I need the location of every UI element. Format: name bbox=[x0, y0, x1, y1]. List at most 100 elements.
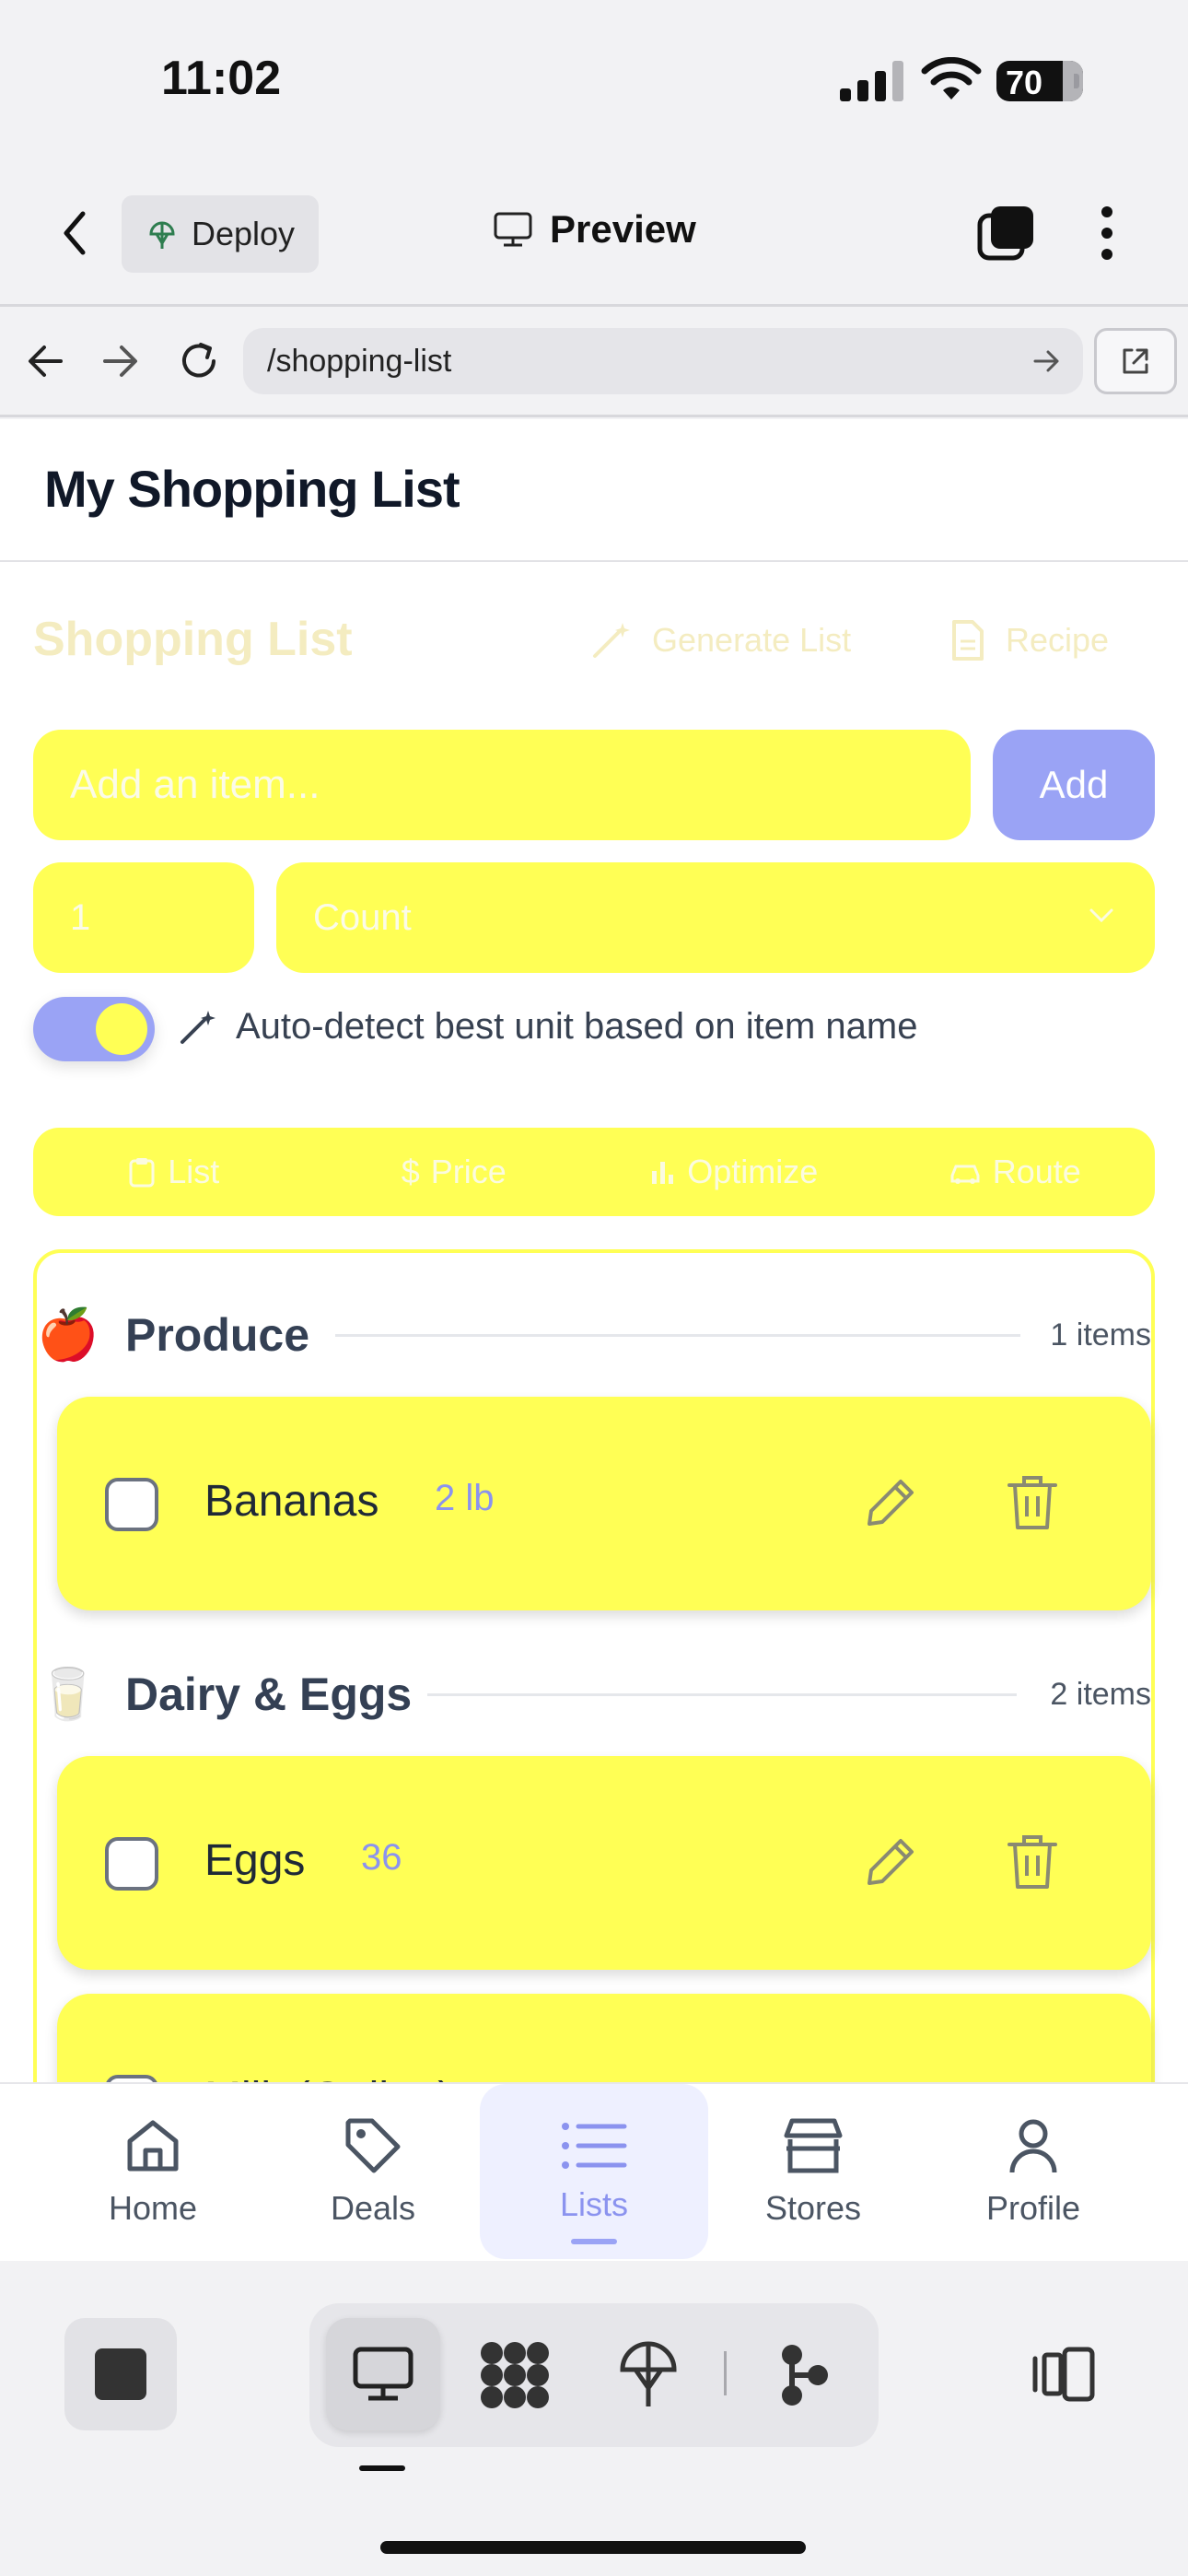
edit-icon[interactable] bbox=[858, 1830, 923, 1894]
category-header: 🥛 Dairy & Eggs 2 items bbox=[37, 1662, 1151, 1727]
open-external-button[interactable] bbox=[1094, 328, 1177, 394]
store-icon bbox=[784, 2118, 843, 2173]
wifi-icon bbox=[921, 57, 982, 100]
tab-route[interactable]: Route bbox=[875, 1128, 1156, 1216]
auto-detect-row: Auto-detect best unit based on item name bbox=[177, 1006, 917, 1048]
add-button[interactable]: Add bbox=[993, 730, 1155, 840]
nav-profile-label: Profile bbox=[985, 2189, 1081, 2227]
signal-icon bbox=[840, 61, 903, 101]
car-icon bbox=[950, 1165, 980, 1184]
active-tab-indicator bbox=[571, 2239, 617, 2244]
magic-wand-icon bbox=[593, 623, 630, 658]
tab-optimize-label: Optimize bbox=[687, 1153, 819, 1190]
item-checkbox[interactable] bbox=[105, 1478, 158, 1531]
tab-route-label: Route bbox=[992, 1153, 1081, 1190]
status-time: 11:02 bbox=[161, 52, 282, 105]
category-header: 🍎 Produce 1 items bbox=[37, 1303, 1151, 1367]
preview-label: Preview bbox=[550, 207, 696, 251]
clipboard-icon bbox=[129, 1158, 155, 1188]
browser-back-icon[interactable] bbox=[26, 343, 64, 380]
list-item[interactable]: Eggs 36 bbox=[57, 1756, 1151, 1970]
item-name: Bananas bbox=[204, 1477, 379, 1526]
item-name: Eggs bbox=[204, 1836, 306, 1885]
category-emoji: 🍎 bbox=[37, 1306, 99, 1363]
category-name: Dairy & Eggs bbox=[125, 1669, 413, 1720]
item-quantity: 2 lb bbox=[435, 1478, 495, 1518]
list-icon bbox=[562, 2123, 627, 2169]
reload-icon[interactable] bbox=[177, 339, 221, 383]
recipe-button[interactable]: Recipe bbox=[949, 619, 1109, 662]
page-title: My Shopping List bbox=[44, 460, 460, 518]
edit-icon[interactable] bbox=[858, 1470, 923, 1535]
category-count: 2 items bbox=[1050, 1677, 1151, 1712]
go-arrow-icon[interactable] bbox=[1030, 345, 1063, 378]
list-item[interactable]: Bananas 2 lb bbox=[57, 1397, 1151, 1610]
category-divider bbox=[335, 1334, 1020, 1337]
back-chevron-icon[interactable] bbox=[61, 210, 88, 256]
battery-cap bbox=[1074, 74, 1079, 88]
url-text: /shopping-list bbox=[267, 343, 452, 379]
add-item-input[interactable]: Add an item... bbox=[33, 730, 971, 840]
trash-icon[interactable] bbox=[1004, 1470, 1061, 1535]
category-name: Produce bbox=[125, 1309, 310, 1361]
chevron-down-icon bbox=[1089, 908, 1113, 923]
url-bar[interactable]: /shopping-list bbox=[243, 328, 1083, 394]
deploy-icon[interactable] bbox=[619, 2340, 678, 2410]
nav-deals-label: Deals bbox=[330, 2189, 416, 2227]
dollar-icon: $ bbox=[401, 1153, 420, 1190]
battery-icon: 70 bbox=[996, 61, 1083, 101]
item-quantity: 36 bbox=[361, 1837, 402, 1878]
unit-select-value: Count bbox=[313, 896, 412, 938]
tab-list-label: List bbox=[168, 1153, 220, 1190]
bar-chart-icon bbox=[652, 1162, 674, 1184]
recipe-label: Recipe bbox=[1006, 621, 1110, 659]
section-title: Shopping List bbox=[33, 613, 353, 666]
deploy-label: Deploy bbox=[192, 215, 296, 252]
tabs-switcher-icon[interactable] bbox=[976, 203, 1037, 263]
item-checkbox[interactable] bbox=[105, 1837, 158, 1891]
trash-icon[interactable] bbox=[1004, 1830, 1061, 1894]
home-icon bbox=[127, 2120, 179, 2172]
nav-lists[interactable]: Lists bbox=[480, 2084, 708, 2259]
category-emoji: 🥛 bbox=[37, 1666, 99, 1722]
unit-select[interactable]: Count bbox=[276, 862, 1155, 973]
nav-deals[interactable]: Deals bbox=[259, 2084, 487, 2259]
generate-list-label: Generate List bbox=[652, 621, 852, 659]
grid-blobs-icon[interactable] bbox=[479, 2340, 551, 2410]
deploy-button[interactable]: Deploy bbox=[122, 195, 319, 273]
tab-list[interactable]: List bbox=[33, 1128, 314, 1216]
tab-price[interactable]: $ Price bbox=[314, 1128, 595, 1216]
split-view-icon[interactable] bbox=[1031, 2346, 1098, 2403]
battery-level: 70 bbox=[1006, 64, 1043, 101]
preview-title: Preview bbox=[493, 207, 696, 252]
home-indicator bbox=[380, 2541, 806, 2554]
header-divider bbox=[0, 560, 1188, 562]
browser-forward-icon[interactable] bbox=[101, 343, 140, 380]
active-view-indicator bbox=[359, 2465, 405, 2471]
tab-price-label: Price bbox=[430, 1153, 507, 1190]
nav-profile[interactable]: Profile bbox=[919, 2084, 1147, 2259]
tag-icon bbox=[345, 2118, 401, 2173]
tab-optimize[interactable]: Optimize bbox=[594, 1128, 875, 1216]
quantity-input[interactable]: 1 bbox=[33, 862, 254, 973]
nav-stores-label: Stores bbox=[764, 2189, 862, 2227]
nav-lists-label: Lists bbox=[559, 2185, 629, 2223]
document-icon bbox=[952, 620, 984, 661]
branch-icon[interactable] bbox=[779, 2342, 829, 2408]
stop-icon bbox=[95, 2348, 146, 2400]
view-tabs: List $ Price Optimize Route bbox=[33, 1128, 1155, 1216]
segment-divider bbox=[724, 2351, 727, 2395]
generate-list-button[interactable]: Generate List bbox=[589, 619, 851, 662]
nav-home-label: Home bbox=[108, 2189, 198, 2227]
stop-button[interactable] bbox=[64, 2318, 177, 2430]
deploy-icon bbox=[149, 221, 175, 249]
auto-detect-label: Auto-detect best unit based on item name bbox=[236, 1006, 918, 1047]
more-vertical-icon[interactable] bbox=[1096, 205, 1118, 262]
monitor-icon bbox=[353, 2347, 413, 2401]
nav-home[interactable]: Home bbox=[39, 2084, 267, 2259]
nav-stores[interactable]: Stores bbox=[699, 2084, 927, 2259]
auto-detect-toggle[interactable] bbox=[33, 997, 155, 1061]
external-link-icon bbox=[1123, 348, 1148, 374]
category-divider bbox=[427, 1693, 1017, 1696]
category-count: 1 items bbox=[1050, 1317, 1151, 1352]
